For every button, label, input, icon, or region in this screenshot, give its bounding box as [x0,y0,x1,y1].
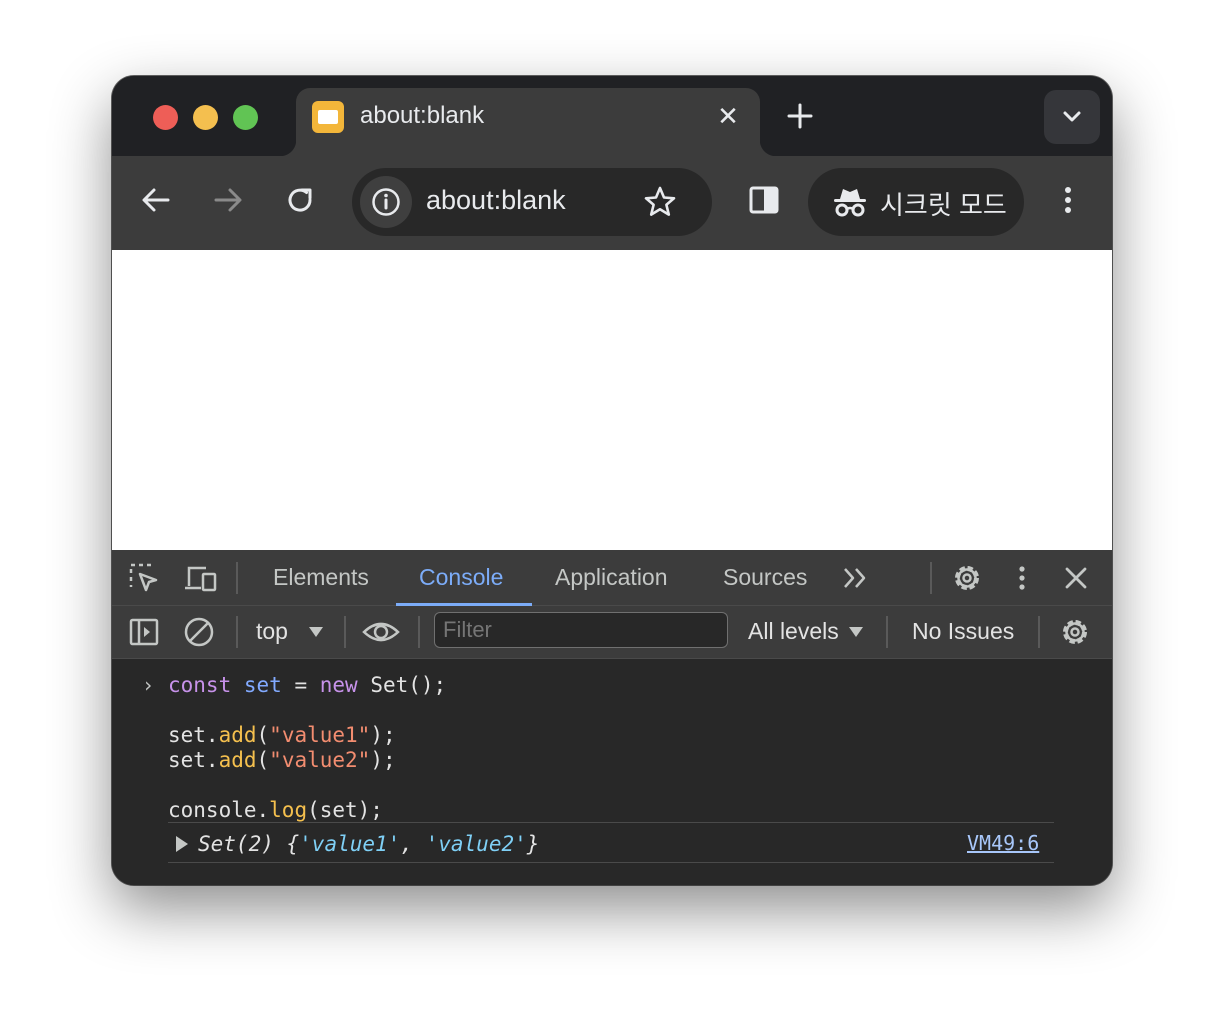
arrow-right-icon [214,188,242,212]
inspect-element-button[interactable] [128,562,160,594]
page-content [112,250,1112,550]
variable-set: set [243,673,282,697]
keyword-new: new [319,673,358,697]
plus-icon [787,103,813,129]
devtools-settings-button[interactable] [950,561,984,595]
minimize-window-button[interactable] [193,105,218,130]
gear-icon [1063,620,1087,644]
output-divider [168,862,1054,863]
tab-elements[interactable]: Elements [273,564,369,591]
menu-button[interactable] [1048,180,1088,220]
output-divider [168,822,1054,823]
incognito-icon [834,189,866,217]
info-icon [372,188,400,216]
devtools-panel: Elements Console Application Sources top… [112,550,1112,885]
incognito-label: 시크릿 모드 [880,190,1007,220]
devtools-menu-button[interactable] [1010,561,1034,595]
more-vertical-icon [1065,187,1071,213]
arrow-left-icon [142,188,170,212]
close-window-button[interactable] [153,105,178,130]
console-settings-button[interactable] [1058,615,1092,649]
tab-search-button[interactable] [1044,90,1100,144]
log-levels-label: All levels [748,618,839,644]
close-devtools-button[interactable] [1060,562,1092,594]
tab-console[interactable]: Console [419,564,503,591]
tab-title: about:blank [360,102,485,129]
site-info-button[interactable] [360,176,412,228]
console-input-line: set.add("value1"); [168,723,396,747]
side-panel-icon [749,186,779,214]
gear-icon [955,566,979,590]
more-tabs-button[interactable] [840,564,870,592]
console-toolbar: top All levels No Iss [112,606,1112,659]
clear-console-button[interactable] [182,615,216,649]
back-button[interactable] [136,180,176,220]
browser-window: about:blank ✕ about:blank 시크릿 모드 Element… [112,76,1112,885]
reload-icon [288,188,312,212]
tab-close-icon[interactable]: ✕ [712,100,744,132]
console-output: › const set = new Set(); set.add("value1… [112,659,1112,885]
forward-button[interactable] [208,180,248,220]
separator [236,616,238,648]
more-vertical-icon [1019,566,1025,590]
inspect-icon [129,563,158,592]
address-text: about:blank [426,185,566,215]
separator [886,616,888,648]
context-selector[interactable]: top [252,606,328,658]
keyword-const: const [168,673,232,697]
eye-icon [362,622,400,642]
input-prompt-icon: › [142,673,155,697]
console-input-line: const set = new Set(); [168,673,447,697]
console-input-line: set.add("value2"); [168,748,396,772]
log-levels-dropdown[interactable]: All levels [748,606,868,658]
block-icon [184,617,214,647]
tab-application[interactable]: Application [555,564,668,591]
console-sidebar-button[interactable] [128,616,160,648]
tab-strip: about:blank ✕ [112,76,1112,156]
side-panel-button[interactable] [744,180,784,220]
expand-triangle-icon[interactable] [176,836,188,852]
devtools-tab-bar: Elements Console Application Sources [112,550,1112,606]
dropdown-arrow-icon [849,627,863,637]
console-log-output[interactable]: Set(2) {'value1', 'value2'} [198,832,539,856]
maximize-window-button[interactable] [233,105,258,130]
close-icon [1065,567,1087,589]
incognito-button[interactable]: 시크릿 모드 [808,168,1024,236]
console-input-line: console.log(set); [168,798,383,822]
page-favicon-icon [312,101,344,133]
separator [418,616,420,648]
chevron-down-icon [1063,111,1081,122]
new-tab-button[interactable] [782,98,818,134]
star-icon [644,186,676,216]
live-expression-button[interactable] [362,615,400,649]
browser-toolbar: about:blank 시크릿 모드 [112,156,1112,250]
address-bar[interactable]: about:blank [352,168,712,236]
dropdown-arrow-icon [309,627,323,637]
filter-input[interactable] [434,612,728,648]
source-link[interactable]: VM49:6 [967,831,1039,855]
device-icon [185,566,217,592]
issues-counter[interactable]: No Issues [912,618,1014,645]
double-chevron-right-icon [844,568,866,588]
separator [1038,616,1040,648]
bookmark-button[interactable] [642,184,678,220]
sidebar-toggle-icon [129,618,159,646]
device-toolbar-button[interactable] [184,562,218,594]
separator [930,562,932,594]
browser-tab[interactable]: about:blank ✕ [280,88,776,156]
reload-button[interactable] [280,180,320,220]
separator [344,616,346,648]
tab-sources[interactable]: Sources [723,564,807,591]
context-label: top [256,618,288,644]
separator [236,562,238,594]
